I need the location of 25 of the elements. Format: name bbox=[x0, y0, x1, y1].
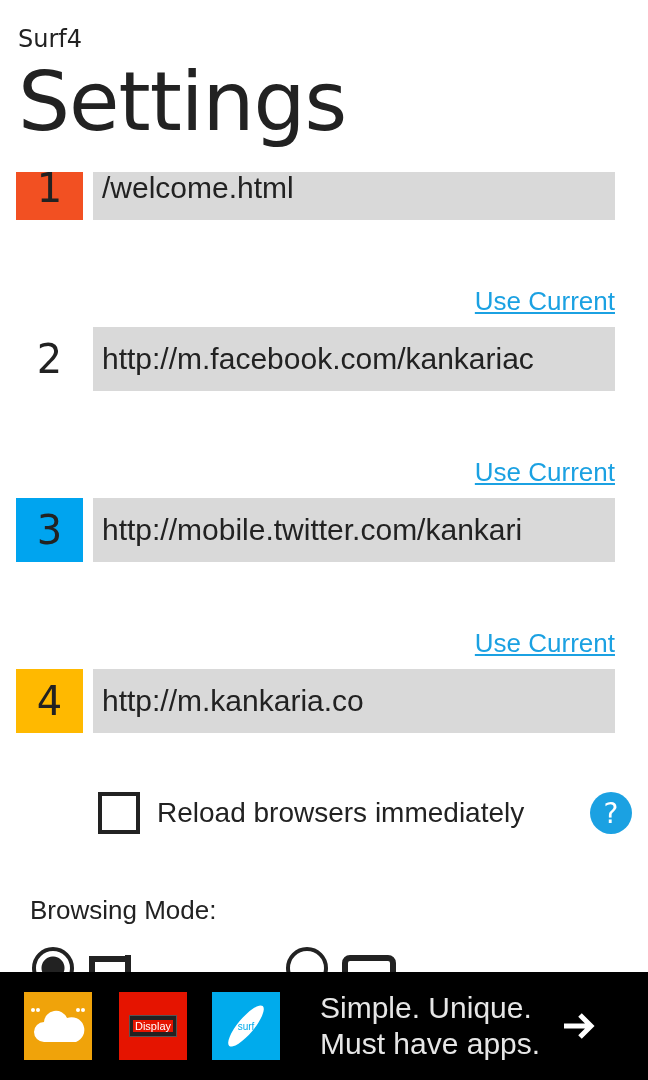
checkbox[interactable] bbox=[98, 792, 140, 834]
ad-tagline: Simple. Unique. Must have apps. bbox=[320, 990, 541, 1062]
url-field[interactable]: http://m.kankaria.co bbox=[93, 669, 615, 733]
ad-banner[interactable]: Display surf Simple. Unique. Must have apps. bbox=[0, 972, 648, 1080]
checkbox-label: Reload browsers immediately bbox=[157, 797, 526, 829]
page-number: 4 bbox=[16, 669, 83, 733]
display-label: Display bbox=[128, 1015, 178, 1037]
arrow-icon[interactable] bbox=[562, 1012, 597, 1040]
app-tile[interactable] bbox=[24, 992, 92, 1060]
section-label: Browsing Mode: bbox=[29, 894, 218, 927]
page-number: 2 bbox=[35, 335, 64, 384]
app-tile[interactable]: Display bbox=[119, 992, 187, 1060]
page-number: 1 bbox=[16, 172, 83, 220]
url-field[interactable]: http://m.facebook.com/kankariac bbox=[93, 327, 615, 391]
app-tile[interactable]: surf bbox=[212, 992, 280, 1060]
surf-label: surf bbox=[237, 1020, 255, 1032]
app-name: Surf4 bbox=[18, 24, 84, 55]
use-current-link[interactable]: Use Current bbox=[474, 457, 615, 487]
page-number: 3 bbox=[16, 498, 83, 562]
use-current-link[interactable]: Use Current bbox=[474, 286, 615, 316]
use-current-link[interactable]: Use Current bbox=[474, 628, 615, 658]
page-title: Settings bbox=[18, 53, 348, 151]
url-field[interactable]: /welcome.html bbox=[93, 172, 615, 220]
help-button[interactable]: ? bbox=[590, 792, 632, 834]
url-field[interactable]: http://mobile.twitter.com/kankari bbox=[93, 498, 615, 562]
